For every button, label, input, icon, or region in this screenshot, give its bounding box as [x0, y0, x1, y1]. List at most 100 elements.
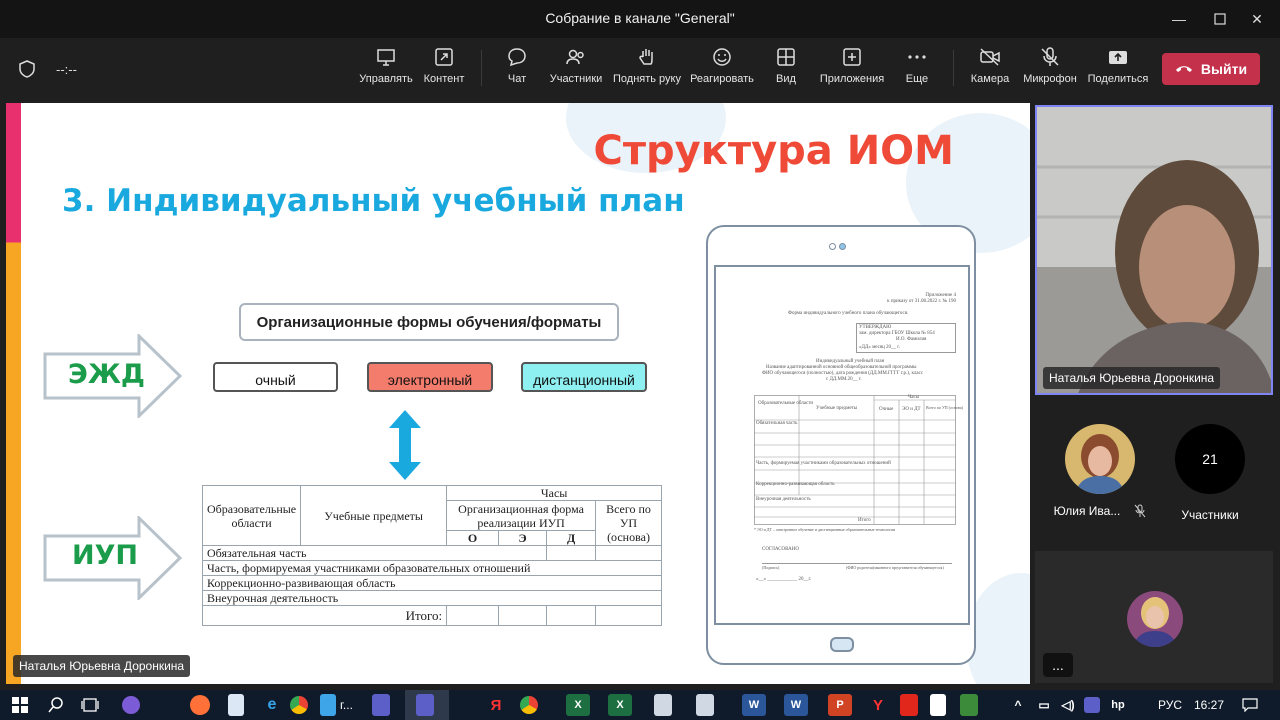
- app-icon[interactable]: [930, 694, 946, 716]
- notifications-icon[interactable]: [1238, 694, 1262, 716]
- meeting-timer: --:--: [56, 62, 77, 77]
- language-indicator[interactable]: РУС: [1158, 698, 1182, 712]
- title-bar: Собрание в канале "General" — ✕: [0, 0, 1280, 38]
- task-view-icon[interactable]: [78, 694, 102, 716]
- doc-sign: (ФИО родителя(законного представителя об…: [846, 565, 944, 570]
- word-icon[interactable]: W: [784, 694, 808, 716]
- participants-count-tile[interactable]: 21 Участники: [1170, 424, 1250, 522]
- participant-tile[interactable]: Юлия Ива...: [1052, 424, 1148, 518]
- content-button[interactable]: Контент: [422, 46, 466, 96]
- doc-th: Очные: [879, 407, 894, 412]
- clock[interactable]: 16:27: [1194, 698, 1224, 712]
- app-icon[interactable]: [654, 694, 672, 716]
- volume-icon[interactable]: ◁): [1056, 694, 1080, 716]
- firefox-icon[interactable]: [190, 695, 210, 715]
- tablet-illustration: Приложение 4 к приказу от 31.08.2022 г. …: [706, 225, 976, 665]
- doc-line: с ДД.ММ.20__ г.: [826, 377, 862, 382]
- react-button[interactable]: Реагировать: [690, 46, 754, 96]
- taskbar-app-label[interactable]: г...: [340, 698, 353, 712]
- network-icon[interactable]: ▭: [1032, 694, 1056, 716]
- doc-th: Часы: [908, 395, 920, 400]
- cell-empty: [546, 545, 596, 561]
- doc-row: Внеурочная деятельность: [756, 497, 811, 502]
- pill-distance: дистанционный: [521, 362, 647, 392]
- people-button[interactable]: Участники: [548, 46, 604, 96]
- tablet-home-button: [830, 637, 854, 652]
- leave-button[interactable]: Выйти: [1162, 53, 1260, 85]
- mic-button[interactable]: Микрофон: [1022, 46, 1078, 96]
- chrome-icon[interactable]: [520, 696, 538, 714]
- windows-start-icon[interactable]: [8, 694, 32, 716]
- chat-button[interactable]: Чат: [502, 46, 532, 96]
- participants-count-label: Участники: [1181, 508, 1239, 522]
- excel-icon[interactable]: X: [566, 694, 590, 716]
- doc-row: Часть, формируемая участниками образоват…: [756, 461, 891, 466]
- mic-off-icon: [1041, 47, 1059, 66]
- iup-table: Образовательные области Учебные предметы…: [201, 485, 662, 626]
- slide-subtitle: 3. Индивидуальный учебный план: [62, 183, 685, 219]
- ezhd-label: ЭЖД: [68, 359, 145, 390]
- double-arrow-icon: [389, 410, 421, 480]
- hang-up-icon: [1175, 66, 1192, 72]
- chrome-icon[interactable]: [290, 696, 308, 714]
- th-hours: Часы: [446, 485, 662, 501]
- teams-tray-icon[interactable]: [1084, 697, 1100, 713]
- content-label: Контент: [423, 73, 465, 85]
- camera-button[interactable]: Камера: [970, 46, 1010, 96]
- doc-th: Образовательные области: [758, 401, 814, 406]
- tray-chevron-icon[interactable]: ^: [1006, 694, 1030, 716]
- close-icon[interactable]: ✕: [1234, 0, 1280, 38]
- yandex-browser-icon[interactable]: Y: [866, 694, 890, 716]
- document-preview: Приложение 4 к приказу от 31.08.2022 г. …: [714, 265, 970, 625]
- app-icon[interactable]: [960, 694, 978, 716]
- powerpoint-icon[interactable]: P: [828, 694, 852, 716]
- mic-off-icon: [1134, 504, 1146, 518]
- windows-taskbar: e г... Я X X W W P Y ^ ▭ ◁) hp РУС 16:27: [0, 690, 1280, 720]
- edge-icon[interactable]: e: [260, 694, 284, 716]
- participant-video[interactable]: Наталья Юрьевна Доронкина: [1035, 105, 1273, 395]
- teams-meeting-icon[interactable]: [416, 694, 434, 716]
- doc-sign: (Подпись): [762, 565, 780, 570]
- yandex-icon[interactable]: Я: [484, 694, 508, 716]
- cortana-icon[interactable]: [122, 696, 140, 714]
- row-participants-part: Часть, формируемая участниками образоват…: [202, 560, 662, 576]
- hp-icon[interactable]: hp: [1106, 694, 1130, 716]
- chat-icon: [508, 48, 526, 67]
- app-icon[interactable]: [900, 694, 918, 716]
- camera-dot: [829, 243, 836, 250]
- smiley-icon: [713, 48, 731, 66]
- th-areas: Образовательные области: [201, 485, 302, 546]
- manage-label: Управлять: [359, 73, 413, 85]
- search-icon[interactable]: [44, 694, 68, 716]
- th-e: Э: [497, 530, 548, 546]
- cell-empty: [595, 605, 662, 626]
- minimize-icon[interactable]: —: [1156, 0, 1202, 38]
- shield-icon[interactable]: [18, 60, 36, 83]
- doc-th: Всего по УП (основа): [926, 405, 963, 410]
- app-icon[interactable]: [696, 694, 714, 716]
- file-icon[interactable]: [320, 694, 336, 716]
- avatar: [1065, 424, 1135, 494]
- pill-electronic: электронный: [367, 362, 493, 392]
- doc-th: Учебные предметы: [816, 406, 858, 411]
- presenter-icon: [377, 49, 395, 66]
- teams-icon[interactable]: [372, 694, 390, 716]
- th-org-form: Организационная форма реализации ИУП: [446, 500, 596, 531]
- word-icon[interactable]: W: [742, 694, 766, 716]
- more-options-button[interactable]: ...: [1043, 653, 1073, 677]
- more-button[interactable]: Еще: [904, 46, 930, 96]
- th-total: Всего по УП (основа): [595, 500, 662, 546]
- share-label: Поделиться: [1087, 73, 1149, 85]
- view-button[interactable]: Вид: [774, 46, 798, 96]
- raise-hand-button[interactable]: Поднять руку: [612, 46, 682, 96]
- row-total: Итого:: [201, 605, 448, 626]
- excel-icon[interactable]: X: [608, 694, 632, 716]
- doc-row: Итого: [858, 518, 871, 523]
- meeting-toolbar: --:-- Управлять Контент Чат Участники По…: [0, 38, 1280, 100]
- row-mandatory: Обязательная часть: [201, 545, 548, 561]
- notepad-icon[interactable]: [228, 694, 244, 716]
- apps-button[interactable]: Приложения: [818, 46, 886, 96]
- more-label: Еще: [905, 73, 929, 85]
- share-button[interactable]: Поделиться: [1088, 46, 1148, 96]
- manage-button[interactable]: Управлять: [359, 46, 413, 96]
